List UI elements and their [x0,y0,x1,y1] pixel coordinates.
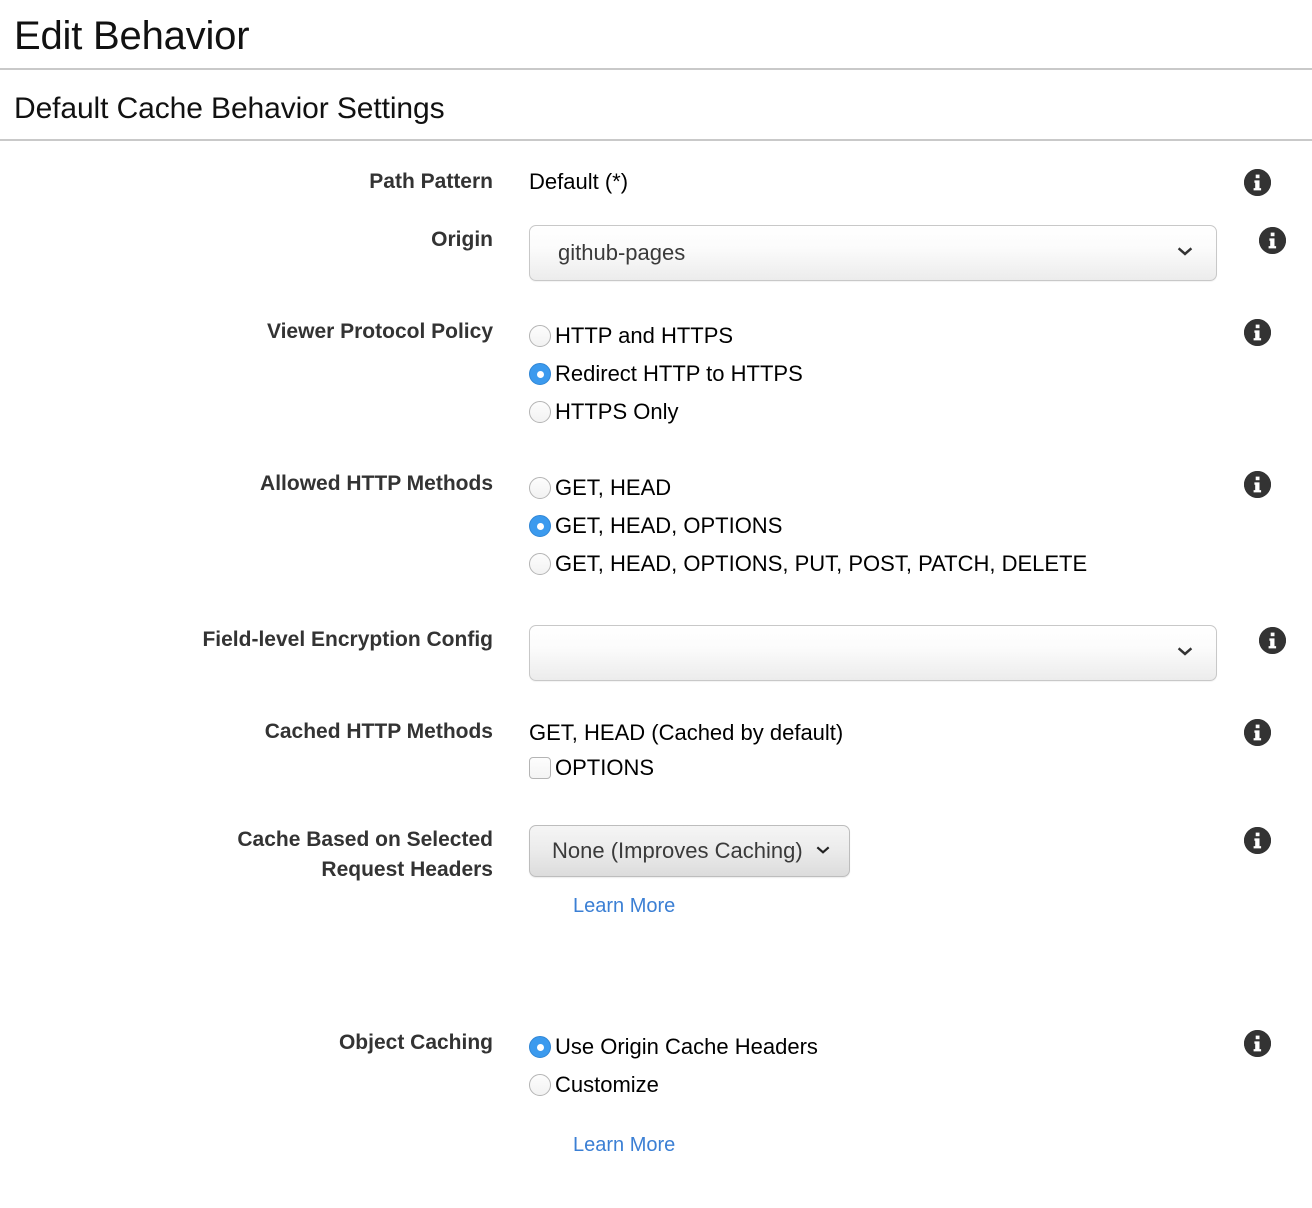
path-pattern-label: Path Pattern [369,170,493,193]
origin-info-wrapper [1217,225,1312,254]
allowed-http-methods-label: Allowed HTTP Methods [260,472,493,495]
field-level-encryption-config-info-wrapper [1217,625,1312,654]
field-level-encryption-config-control [493,625,1217,681]
checkbox-indicator[interactable] [529,757,551,779]
origin-select-value: github-pages [558,240,686,265]
field-row-cache-based-on-selected-request-headers: Cache Based on Selected Request Headers … [0,825,1312,918]
cached-http-methods-note: GET, HEAD (Cached by default) [529,720,844,745]
info-icon[interactable] [1258,627,1286,654]
radio-label: Redirect HTTP to HTTPS [555,361,803,386]
field-row-object-caching: Object Caching Use Origin Cache Headers … [0,1028,1312,1157]
field-row-path-pattern: Path Pattern Default (*) [0,167,1312,197]
allowed-http-methods-info-wrapper [1202,469,1312,498]
cache-based-on-headers-label: Cache Based on Selected Request Headers [0,825,493,885]
chevron-down-icon [1176,247,1194,259]
viewer-protocol-policy-label: Viewer Protocol Policy [266,320,493,343]
cache-based-on-headers-value: None (Improves Caching) [552,838,803,863]
field-row-viewer-protocol-policy: Viewer Protocol Policy HTTP and HTTPS Re… [0,317,1312,431]
allowed-http-methods-radio-group: GET, HEAD GET, HEAD, OPTIONS GET, HEAD, … [529,469,1202,583]
field-row-field-level-encryption-config: Field-level Encryption Config [0,625,1312,681]
viewer-protocol-policy-info-wrapper [1202,317,1312,346]
learn-more-link[interactable]: Learn More [573,1134,675,1157]
radio-label: HTTP and HTTPS [555,323,734,348]
radio-option[interactable]: GET, HEAD, OPTIONS, PUT, POST, PATCH, DE… [529,545,1202,583]
origin-control: github-pages [493,225,1217,281]
info-icon[interactable] [1243,719,1271,746]
chevron-down-icon [815,846,831,857]
radio-option[interactable]: GET, HEAD, OPTIONS [529,507,1202,545]
info-icon[interactable] [1243,319,1271,346]
origin-select[interactable]: github-pages [529,225,1217,281]
info-icon[interactable] [1243,471,1271,498]
radio-indicator[interactable] [529,553,551,575]
radio-option[interactable]: HTTP and HTTPS [529,317,1202,355]
radio-label: GET, HEAD [555,475,672,500]
radio-indicator[interactable] [529,325,551,347]
field-level-encryption-config-select[interactable] [529,625,1217,681]
origin-label: Origin [431,228,493,251]
radio-indicator[interactable] [529,477,551,499]
radio-indicator[interactable] [529,363,551,385]
radio-label: GET, HEAD, OPTIONS, PUT, POST, PATCH, DE… [555,551,1088,576]
radio-option[interactable]: Customize [529,1066,1202,1104]
radio-indicator[interactable] [529,1074,551,1096]
radio-option[interactable]: HTTPS Only [529,393,1202,431]
radio-indicator[interactable] [529,515,551,537]
info-icon[interactable] [1243,169,1271,196]
info-icon[interactable] [1243,1030,1271,1057]
field-level-encryption-config-label: Field-level Encryption Config [202,628,493,651]
radio-label: Customize [555,1072,659,1097]
viewer-protocol-policy-radio-group: HTTP and HTTPS Redirect HTTP to HTTPS HT… [529,317,1202,431]
chevron-down-icon [1176,647,1194,659]
cache-based-on-headers-label-line2: Request Headers [321,858,493,881]
page-title: Edit Behavior [14,14,250,58]
object-caching-radio-group: Use Origin Cache Headers Customize [529,1028,1202,1104]
path-pattern-info-wrapper [1202,167,1312,196]
allowed-http-methods-control: GET, HEAD GET, HEAD, OPTIONS GET, HEAD, … [493,469,1202,583]
radio-label: HTTPS Only [555,399,679,424]
section-title: Default Cache Behavior Settings [14,92,445,125]
cache-based-on-headers-learn-more-wrapper: Learn More [529,895,1202,918]
radio-label: Use Origin Cache Headers [555,1034,818,1059]
checkbox-label: OPTIONS [555,755,655,780]
path-pattern-value: Default (*) [529,169,629,194]
object-caching-learn-more-wrapper: Learn More [529,1134,1202,1157]
cached-http-methods-label: Cached HTTP Methods [264,720,493,743]
cached-http-methods-info-wrapper [1202,717,1312,746]
radio-label: GET, HEAD, OPTIONS [555,513,783,538]
cached-http-methods-control: GET, HEAD (Cached by default) OPTIONS [493,717,1202,787]
page-header: Edit Behavior Default Cache Behavior Set… [0,0,1312,141]
radio-option[interactable]: GET, HEAD [529,469,1202,507]
radio-option[interactable]: Use Origin Cache Headers [529,1028,1202,1066]
cache-based-on-headers-select[interactable]: None (Improves Caching) [529,825,850,877]
path-pattern-control: Default (*) [493,167,1202,197]
checkbox-option-options[interactable]: OPTIONS [529,749,1202,787]
object-caching-label: Object Caching [338,1031,493,1054]
info-icon[interactable] [1258,227,1286,254]
cache-based-on-headers-label-line1: Cache Based on Selected [237,828,493,851]
radio-indicator[interactable] [529,401,551,423]
cache-based-on-headers-control: None (Improves Caching) Learn More [493,825,1202,918]
object-caching-control: Use Origin Cache Headers Customize Learn… [493,1028,1202,1157]
learn-more-link[interactable]: Learn More [573,895,675,918]
behavior-settings-form: Path Pattern Default (*) Origin github-p… [0,141,1312,1157]
info-icon[interactable] [1243,827,1271,854]
viewer-protocol-policy-control: HTTP and HTTPS Redirect HTTP to HTTPS HT… [493,317,1202,431]
radio-indicator[interactable] [529,1036,551,1058]
field-row-cached-http-methods: Cached HTTP Methods GET, HEAD (Cached by… [0,717,1312,787]
object-caching-info-wrapper [1202,1028,1312,1057]
cache-based-on-headers-info-wrapper [1202,825,1312,854]
radio-option[interactable]: Redirect HTTP to HTTPS [529,355,1202,393]
field-row-origin: Origin github-pages [0,225,1312,281]
field-row-allowed-http-methods: Allowed HTTP Methods GET, HEAD GET, HEAD… [0,469,1312,583]
